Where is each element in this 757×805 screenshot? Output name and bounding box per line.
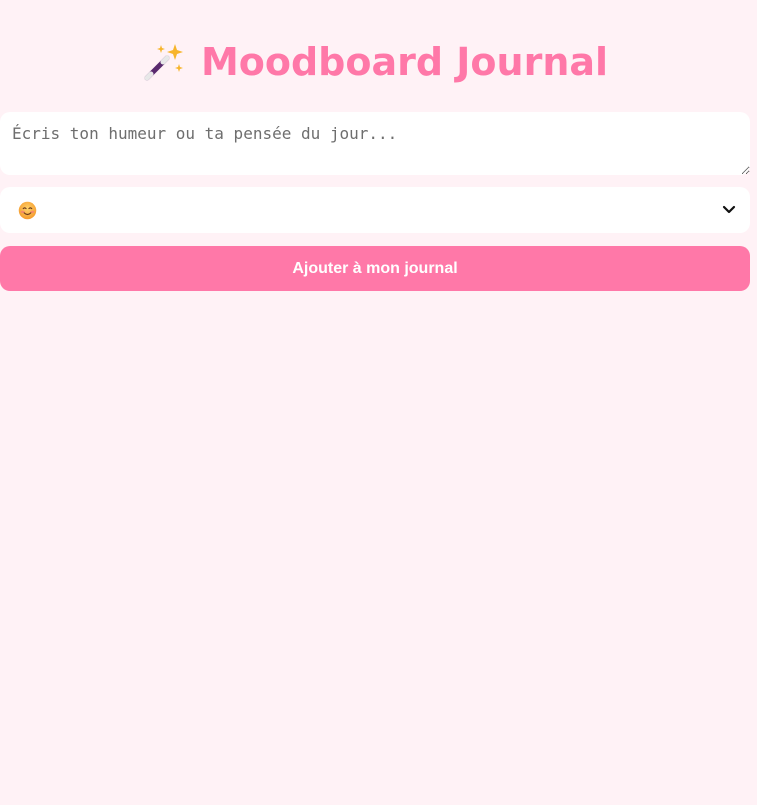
- smiling-face-emoji-icon: [18, 201, 37, 219]
- page-title: Moodboard Journal: [200, 40, 609, 84]
- mood-note-input[interactable]: [0, 112, 750, 175]
- magic-wand-icon: [144, 44, 183, 81]
- add-to-journal-button[interactable]: Ajouter à mon journal: [0, 246, 750, 291]
- chevron-down-icon: [722, 205, 736, 214]
- app-header: Moodboard Journal: [0, 38, 757, 86]
- mood-select[interactable]: [0, 187, 750, 233]
